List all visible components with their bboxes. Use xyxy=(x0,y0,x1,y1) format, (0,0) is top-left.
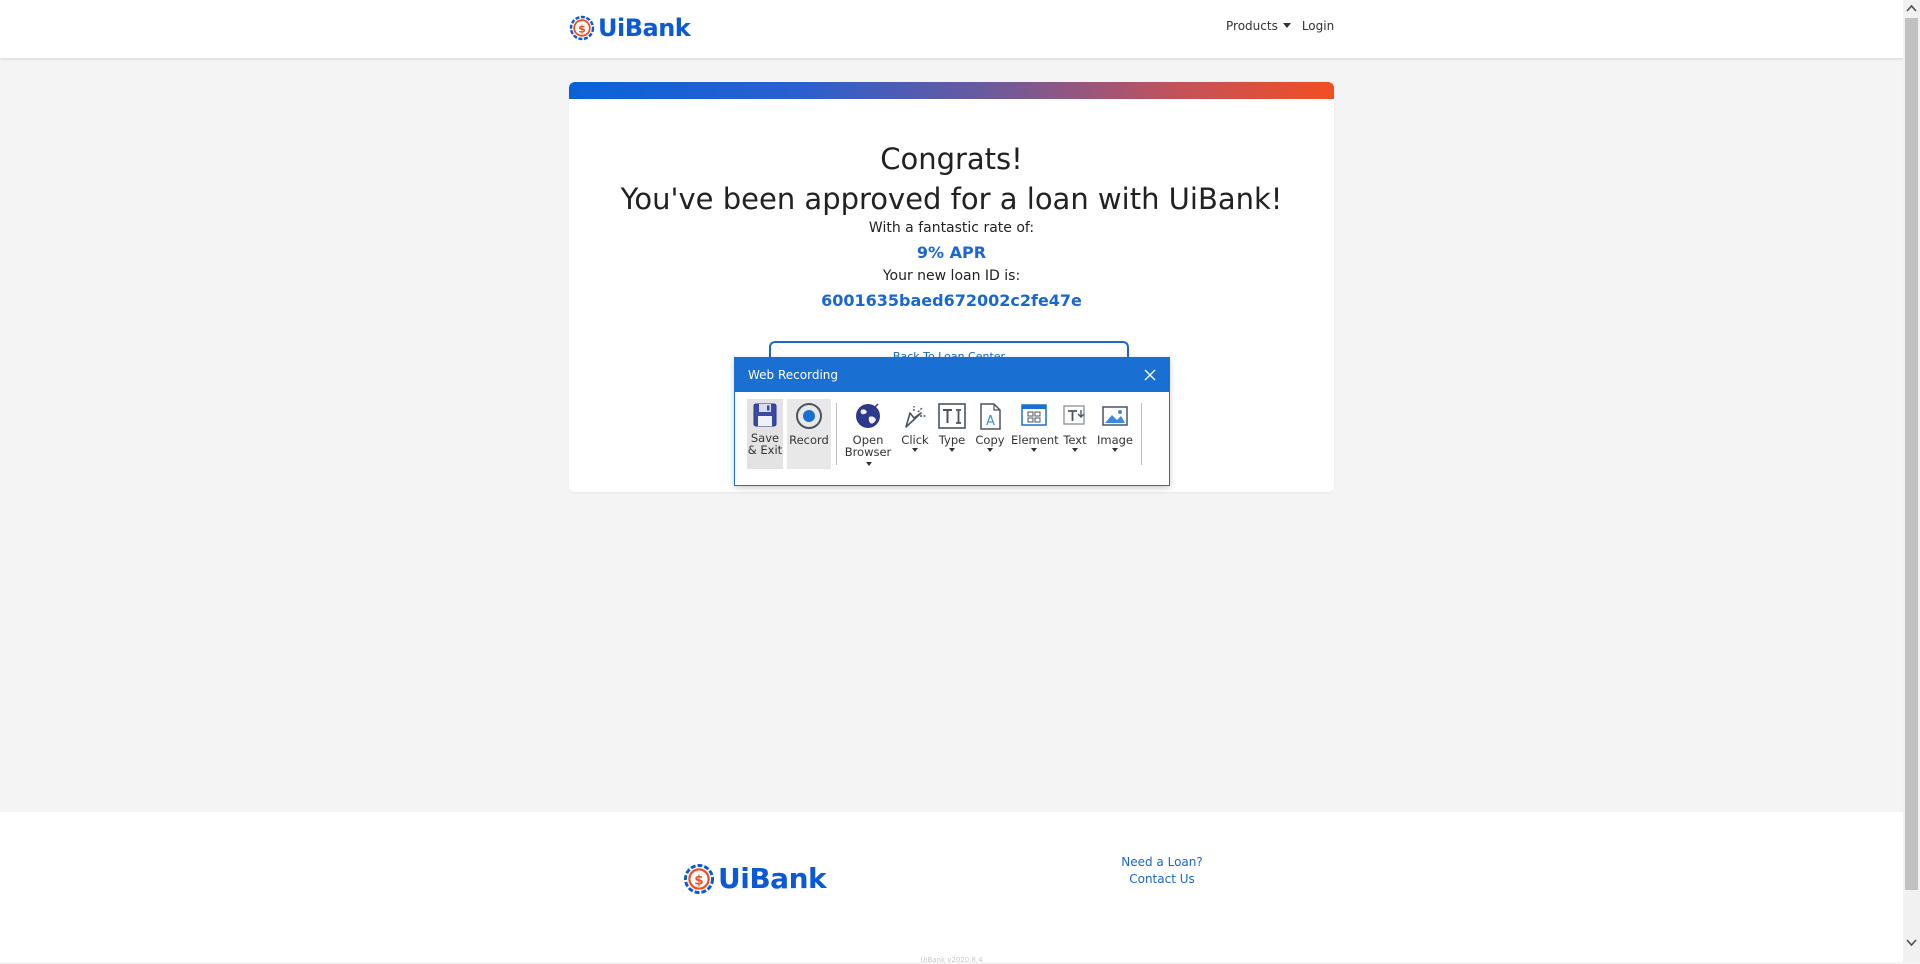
toolbar-divider xyxy=(836,403,837,465)
scroll-down-arrow-icon[interactable] xyxy=(1903,934,1920,951)
nav-login-link[interactable]: Login xyxy=(1302,19,1334,33)
navbar: $ UiBank Products Login xyxy=(0,0,1903,58)
image-button[interactable]: Image xyxy=(1093,399,1137,469)
footer-brand-name: UiBank xyxy=(718,862,827,895)
text-label: Text xyxy=(1063,433,1087,447)
caret-down-icon xyxy=(866,462,872,466)
caret-down-icon xyxy=(1072,448,1078,452)
loan-id-label: Your new loan ID is: xyxy=(882,268,1021,284)
dialog-title: Web Recording xyxy=(748,368,838,382)
loan-id-value: 6001635baed672002c2fe47e xyxy=(821,291,1082,310)
browser-label: Browser xyxy=(844,445,892,459)
record-button[interactable]: Record xyxy=(787,399,831,469)
dollar-gear-icon: $ xyxy=(683,863,715,894)
record-icon xyxy=(796,403,822,429)
floppy-disk-icon xyxy=(753,403,777,427)
brand-name: UiBank xyxy=(598,14,691,42)
nav-products-dropdown[interactable]: Products xyxy=(1226,19,1291,33)
close-icon[interactable] xyxy=(1143,368,1157,382)
save-exit-button[interactable]: Save & Exit xyxy=(747,399,783,469)
need-loan-link[interactable]: Need a Loan? xyxy=(1110,854,1214,871)
congrats-heading: Congrats! xyxy=(880,142,1023,176)
cursor-click-icon xyxy=(905,406,926,428)
text-cursor-icon xyxy=(938,403,966,429)
exit-label: & Exit xyxy=(747,443,783,457)
get-text-icon xyxy=(1063,405,1085,425)
document-copy-icon: A xyxy=(980,403,1001,430)
record-label: Record xyxy=(789,433,829,447)
click-label: Click xyxy=(901,433,929,447)
scrollbar-thumb[interactable] xyxy=(1905,18,1918,890)
gradient-bar xyxy=(569,82,1334,99)
image-label: Image xyxy=(1096,433,1134,447)
type-button[interactable]: Type xyxy=(935,399,969,469)
contact-us-link[interactable]: Contact Us xyxy=(1110,871,1214,888)
footer: $ UiBank Need a Loan? Contact Us UiBank … xyxy=(0,812,1903,964)
caret-down-icon xyxy=(1112,448,1118,452)
dialog-titlebar: Web Recording xyxy=(735,358,1169,392)
element-label: Element xyxy=(1011,433,1059,447)
scroll-up-arrow-icon[interactable] xyxy=(1903,0,1920,17)
footer-brand-logo[interactable]: $ UiBank xyxy=(683,862,827,895)
version-text: UiBank v2020.8.4 xyxy=(920,956,983,964)
page: $ UiBank Products Login Congrats! You've… xyxy=(0,0,1903,964)
element-window-icon xyxy=(1021,404,1047,426)
dollar-gear-icon: $ xyxy=(569,15,595,41)
caret-down-icon xyxy=(1031,448,1037,452)
svg-text:$: $ xyxy=(578,23,586,36)
text-button[interactable]: Text xyxy=(1059,399,1091,469)
copy-button[interactable]: A Copy xyxy=(973,399,1007,469)
toolbar-divider xyxy=(1141,403,1142,465)
browser-label-row: Browser xyxy=(841,446,895,470)
rate-label: With a fantastic rate of: xyxy=(868,220,1035,236)
click-button[interactable]: Click xyxy=(897,399,933,469)
caret-down-icon xyxy=(1282,23,1291,28)
caret-down-icon xyxy=(912,448,918,452)
open-browser-button[interactable]: Open Browser xyxy=(841,399,895,469)
caret-down-icon xyxy=(987,448,993,452)
image-icon xyxy=(1102,406,1128,426)
rate-value: 9% APR xyxy=(916,243,987,262)
web-recording-dialog: Web Recording Save & Exit Record Open Br… xyxy=(734,357,1170,486)
nav-links: Products Login xyxy=(1226,19,1334,33)
globe-icon xyxy=(856,403,880,428)
type-label: Type xyxy=(938,433,966,447)
recording-toolbar: Save & Exit Record Open Browser Click Ty… xyxy=(747,399,1157,471)
vertical-scrollbar[interactable] xyxy=(1903,0,1920,962)
caret-down-icon xyxy=(949,448,955,452)
copy-label: Copy xyxy=(975,433,1005,447)
svg-text:A: A xyxy=(986,414,995,429)
approved-heading: You've been approved for a loan with UiB… xyxy=(620,182,1283,216)
nav-products-label: Products xyxy=(1226,19,1278,33)
footer-links: Need a Loan? Contact Us xyxy=(1110,854,1214,888)
svg-text:$: $ xyxy=(694,872,703,888)
brand-logo[interactable]: $ UiBank xyxy=(569,14,691,42)
element-button[interactable]: Element xyxy=(1011,399,1059,469)
